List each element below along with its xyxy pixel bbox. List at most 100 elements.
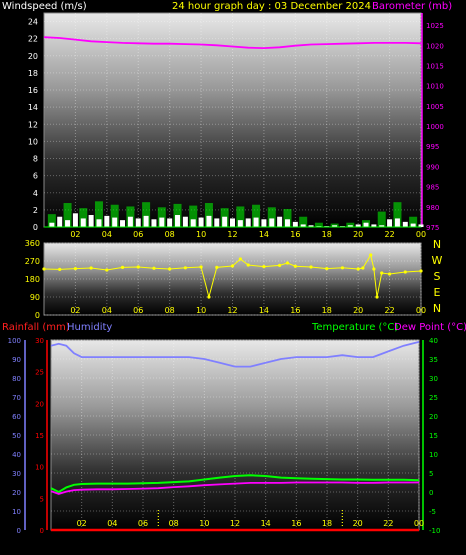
x-tick-label: 08 — [165, 306, 175, 315]
wind-average-bar — [72, 213, 78, 227]
wind-average-bar — [402, 221, 408, 227]
wind-average-bar — [363, 222, 369, 227]
wind-average-bar — [96, 219, 102, 227]
direction-y-tick-label: 270 — [25, 257, 40, 266]
x-tick-label: 04 — [107, 519, 117, 528]
x-tick-label: 20 — [353, 519, 363, 528]
wind-average-bar — [151, 219, 157, 227]
x-tick-label: 10 — [196, 306, 206, 315]
x-tick-label: 12 — [227, 230, 237, 239]
x-tick-label: 10 — [199, 519, 209, 528]
x-tick-label: 16 — [290, 230, 300, 239]
wind-average-bar — [143, 215, 149, 227]
wind-average-bar — [80, 218, 86, 227]
humidity-y-tick-label: 90 — [12, 356, 21, 364]
x-tick-label: 16 — [290, 306, 300, 315]
barometer-y-tick-label: 1005 — [426, 103, 444, 111]
temperature-y-tick-label: 15 — [429, 432, 438, 440]
x-tick-label: 18 — [322, 306, 332, 315]
wind-y-tick-label: 18 — [28, 69, 38, 78]
x-tick-label: 08 — [169, 519, 179, 528]
humidity-y-tick-label: 30 — [12, 470, 21, 478]
humidity-y-tick-label: 20 — [12, 489, 21, 497]
panel1-plot-area — [43, 12, 422, 228]
barometer-y-tick-label: 1015 — [426, 62, 444, 70]
wind-average-bar — [284, 219, 290, 227]
wind-y-tick-label: 12 — [28, 120, 38, 129]
weather-graph: Windspeed (m/s) 24 hour graph day : 03 D… — [2, 1, 466, 535]
barometer-y-tick-label: 1010 — [426, 83, 444, 91]
wind-average-bar — [245, 218, 251, 227]
humidity-y-tick-label: 60 — [12, 413, 21, 421]
wind-average-bar — [253, 217, 259, 227]
compass-label: N — [433, 238, 441, 251]
x-tick-label: 00 — [414, 519, 424, 528]
humidity-y-tick-label: 100 — [8, 337, 21, 345]
wind-average-bar — [387, 219, 393, 227]
barometer-y-tick-label: 1020 — [426, 42, 444, 50]
barometer-y-tick-label: 995 — [426, 143, 439, 151]
barometer-y-tick-label: 1025 — [426, 22, 444, 30]
rain-y-tick-label: 0 — [40, 527, 44, 535]
temperature-y-tick-label: 35 — [429, 356, 438, 364]
direction-y-tick-label: 0 — [35, 311, 40, 320]
wind-average-bar — [135, 218, 141, 227]
rain-y-tick-label: 10 — [35, 464, 44, 472]
x-tick-label: 14 — [259, 306, 269, 315]
x-tick-label: 00 — [416, 230, 426, 239]
wind-y-tick-label: 22 — [28, 35, 38, 44]
rain-y-tick-label: 5 — [40, 495, 44, 503]
humidity-y-tick-label: 70 — [12, 394, 21, 402]
compass-label: N — [433, 302, 441, 315]
wind-y-tick-label: 8 — [33, 155, 38, 164]
wind-average-bar — [190, 219, 196, 227]
x-tick-label: 02 — [77, 519, 87, 528]
x-tick-label: 20 — [353, 230, 363, 239]
barometer-y-tick-label: 985 — [426, 184, 439, 192]
wind-y-tick-label: 20 — [28, 52, 38, 61]
wind-average-bar — [261, 219, 267, 227]
rain-y-tick-label: 20 — [35, 400, 44, 408]
x-tick-label: 08 — [165, 230, 175, 239]
temperature-label: Temperature (°C) — [311, 322, 398, 333]
temperature-y-tick-label: 10 — [429, 451, 438, 459]
direction-y-tick-label: 180 — [25, 275, 40, 284]
wind-average-bar — [214, 218, 220, 227]
wind-average-bar — [237, 220, 243, 227]
temperature-y-tick-label: 20 — [429, 413, 438, 421]
wind-average-bar — [159, 217, 165, 227]
humidity-y-tick-label: 80 — [12, 375, 21, 383]
wind-average-bar — [222, 216, 228, 227]
humidity-y-tick-label: 0 — [17, 527, 21, 535]
x-tick-label: 12 — [230, 519, 240, 528]
rain-y-tick-label: 15 — [35, 432, 44, 440]
temperature-y-tick-label: 25 — [429, 394, 438, 402]
x-tick-label: 04 — [102, 230, 112, 239]
rain-y-tick-label: 25 — [35, 369, 44, 377]
wind-average-bar — [49, 222, 55, 227]
wind-y-tick-label: 6 — [33, 172, 38, 181]
windspeed-label: Windspeed (m/s) — [2, 1, 87, 12]
x-tick-label: 10 — [196, 230, 206, 239]
humidity-y-tick-label: 10 — [12, 508, 21, 516]
x-tick-label: 00 — [416, 306, 426, 315]
temperature-y-tick-label: 0 — [429, 489, 433, 497]
x-tick-label: 18 — [322, 230, 332, 239]
compass-label: S — [434, 270, 441, 283]
barometer-y-tick-label: 1000 — [426, 123, 444, 131]
rain-y-tick-label: 30 — [35, 337, 44, 345]
humidity-y-tick-label: 50 — [12, 432, 21, 440]
wind-average-bar — [394, 218, 400, 227]
wind-gust-bar — [377, 211, 386, 227]
wind-y-tick-label: 16 — [28, 86, 38, 95]
wind-y-tick-label: 4 — [33, 189, 38, 198]
x-tick-label: 14 — [259, 230, 269, 239]
rainfall-label: Rainfall (mm) — [2, 322, 70, 333]
compass-label: W — [432, 254, 443, 267]
wind-average-bar — [65, 220, 71, 227]
humidity-label: Humidity — [67, 322, 112, 333]
wind-average-bar — [198, 217, 204, 227]
wind-average-bar — [269, 218, 275, 227]
wind-average-bar — [57, 216, 63, 227]
x-tick-label: 06 — [133, 306, 143, 315]
